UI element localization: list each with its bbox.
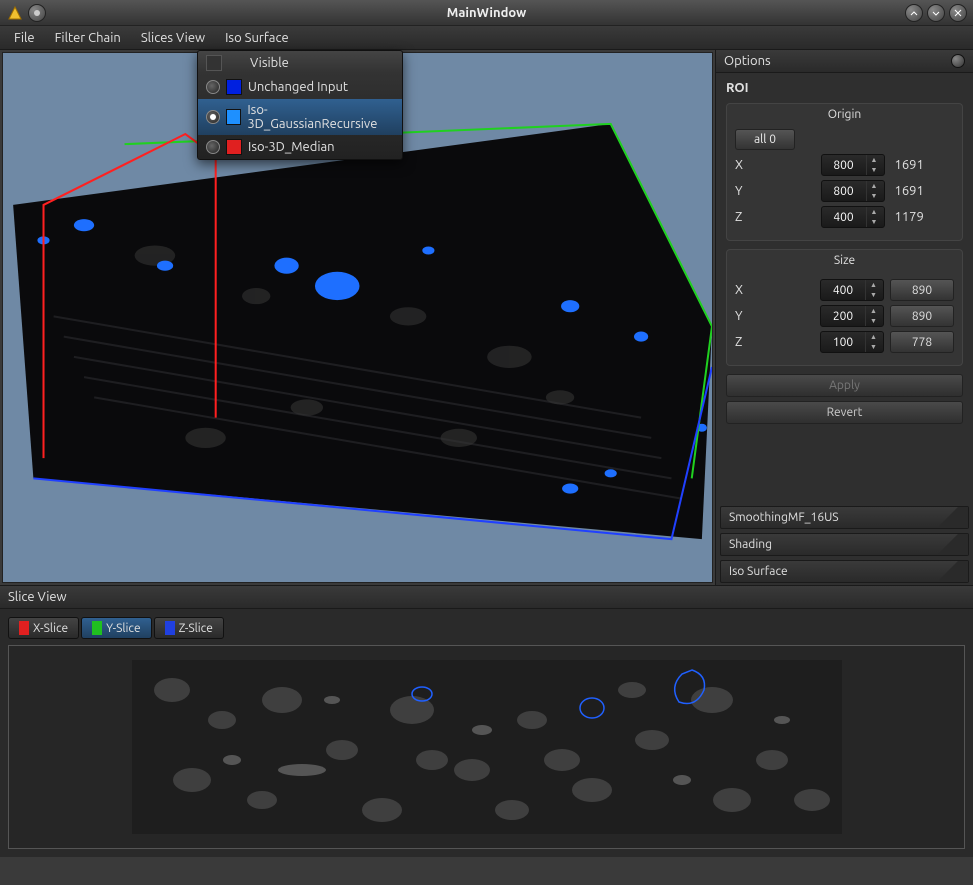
tab-y-slice[interactable]: Y-Slice — [81, 617, 151, 639]
size-z-label: Z — [735, 335, 749, 349]
tab-x-slice[interactable]: X-Slice — [8, 617, 79, 639]
menu-iso-surface[interactable]: Iso Surface — [215, 29, 299, 47]
iso-visible-toggle[interactable]: Visible — [198, 51, 402, 75]
section-iso-surface[interactable]: Iso Surface — [720, 560, 969, 583]
size-x-spin[interactable]: ▲▼ — [820, 279, 884, 301]
tab-y-slice-label: Y-Slice — [106, 622, 140, 635]
menu-filter-chain[interactable]: Filter Chain — [45, 29, 131, 47]
origin-y-max: 1691 — [891, 184, 955, 198]
size-z-spin[interactable]: ▲▼ — [820, 331, 884, 353]
size-title: Size — [727, 250, 962, 271]
color-swatch-icon — [226, 139, 242, 155]
iso-item-label: Iso-3D_GaussianRecursive — [247, 103, 394, 131]
size-x-input[interactable] — [821, 284, 865, 297]
close-button[interactable] — [949, 4, 967, 22]
size-y-max-button[interactable]: 890 — [890, 305, 954, 327]
size-x-max-button[interactable]: 890 — [890, 279, 954, 301]
size-group: Size X ▲▼ 890 Y ▲▼ 890 Z — [726, 249, 963, 366]
minimize-button[interactable] — [905, 4, 923, 22]
size-y-spin[interactable]: ▲▼ — [820, 305, 884, 327]
origin-y-input[interactable] — [822, 185, 866, 198]
z-slice-color-icon — [165, 621, 175, 635]
origin-z-max: 1179 — [891, 210, 955, 224]
options-title: Options — [724, 54, 771, 68]
iso-item-unchanged-input[interactable]: Unchanged Input — [198, 75, 402, 99]
slice-view-panel: Slice View X-Slice Y-Slice Z-Slice — [0, 585, 973, 857]
section-smoothing[interactable]: SmoothingMF_16US — [720, 506, 969, 529]
app-icon — [6, 4, 24, 22]
size-y-input[interactable] — [821, 310, 865, 323]
maximize-button[interactable] — [927, 4, 945, 22]
origin-x-label: X — [735, 158, 749, 172]
checkbox-icon — [206, 55, 222, 71]
iso-item-median[interactable]: Iso-3D_Median — [198, 135, 402, 159]
radio-icon — [206, 140, 220, 154]
size-y-label: Y — [735, 309, 749, 323]
origin-title: Origin — [727, 104, 962, 125]
y-slice-color-icon — [92, 621, 102, 635]
origin-x-spin[interactable]: ▲▼ — [821, 154, 885, 176]
iso-item-label: Unchanged Input — [248, 80, 348, 94]
color-swatch-icon — [226, 79, 242, 95]
origin-y-label: Y — [735, 184, 749, 198]
origin-z-input[interactable] — [822, 211, 866, 224]
menu-slices-view[interactable]: Slices View — [131, 29, 215, 47]
origin-x-input[interactable] — [822, 159, 866, 172]
iso-item-gaussian-recursive[interactable]: Iso-3D_GaussianRecursive — [198, 99, 402, 135]
tab-x-slice-label: X-Slice — [33, 622, 68, 635]
menubar: File Filter Chain Slices View Iso Surfac… — [0, 26, 973, 50]
tab-z-slice-label: Z-Slice — [179, 622, 213, 635]
window-title: MainWindow — [447, 6, 527, 20]
revert-button[interactable]: Revert — [726, 401, 963, 424]
slice-view-title: Slice View — [8, 590, 67, 604]
size-z-max-button[interactable]: 778 — [890, 331, 954, 353]
options-panel: Options ROI Origin all 0 X ▲▼ 1691 Y — [715, 50, 973, 585]
iso-visible-label: Visible — [250, 56, 289, 70]
all-zero-button[interactable]: all 0 — [735, 129, 795, 150]
window-menu-icon[interactable] — [28, 4, 46, 22]
section-shading[interactable]: Shading — [720, 533, 969, 556]
x-slice-color-icon — [19, 621, 29, 635]
roi-title: ROI — [726, 81, 963, 95]
window-titlebar: MainWindow — [0, 0, 973, 26]
iso-item-label: Iso-3D_Median — [248, 140, 335, 154]
apply-button[interactable]: Apply — [726, 374, 963, 397]
origin-z-label: Z — [735, 210, 749, 224]
color-swatch-icon — [226, 109, 242, 125]
size-z-input[interactable] — [821, 336, 865, 349]
origin-group: Origin all 0 X ▲▼ 1691 Y ▲▼ 1691 — [726, 103, 963, 241]
tab-z-slice[interactable]: Z-Slice — [154, 617, 224, 639]
size-x-label: X — [735, 283, 749, 297]
origin-z-spin[interactable]: ▲▼ — [821, 206, 885, 228]
iso-surface-dropdown: Visible Unchanged Input Iso-3D_GaussianR… — [197, 50, 403, 160]
radio-icon — [206, 80, 220, 94]
slice-image-frame[interactable] — [8, 645, 965, 849]
panel-detach-icon[interactable] — [951, 54, 965, 68]
origin-x-max: 1691 — [891, 158, 955, 172]
radio-icon — [206, 110, 220, 124]
menu-file[interactable]: File — [4, 29, 45, 47]
origin-y-spin[interactable]: ▲▼ — [821, 180, 885, 202]
